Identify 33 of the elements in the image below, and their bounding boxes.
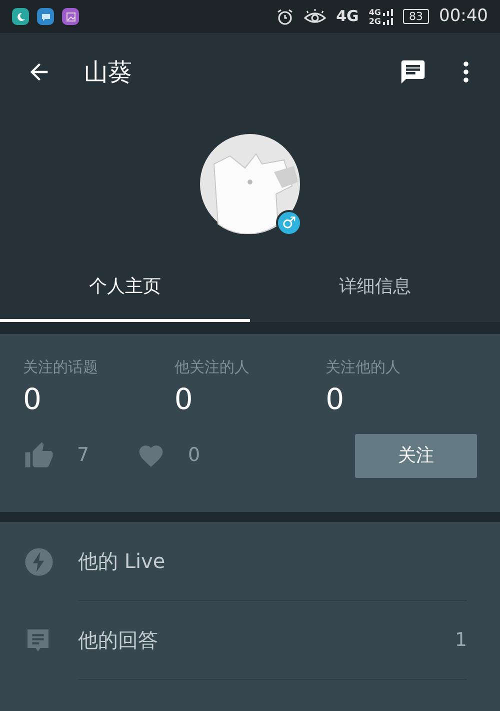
profile-tab[interactable]: 个人主页 (0, 256, 250, 322)
menu-label: 他的 Live (78, 548, 166, 575)
sim-network-type: 4G (368, 8, 381, 16)
stat-value: 0 (174, 380, 194, 418)
gender-badge: ♂ (276, 210, 302, 236)
more-vertical-icon (463, 60, 469, 84)
reaction-count: 0 (188, 443, 200, 468)
network-type: 4G (336, 6, 359, 28)
chat-icon (399, 58, 427, 86)
signal-icon (383, 8, 393, 26)
gallery-app-icon (62, 8, 79, 25)
eye-icon (304, 8, 326, 24)
clock: 00:40 (439, 4, 488, 28)
sim-network-type: 2G (368, 16, 381, 26)
message-app-icon (37, 8, 54, 25)
menu-label: 他的回答 (78, 627, 158, 654)
follow-button[interactable]: 关注 (355, 434, 477, 478)
lightning-icon (24, 546, 54, 576)
stat-value: 0 (326, 380, 346, 418)
profile-title: 山葵 (84, 57, 132, 88)
battery-indicator: 83 (403, 9, 429, 24)
stat-label: 关注他的人 (326, 357, 402, 378)
moon-app-icon (12, 8, 29, 25)
reaction-count: 7 (77, 443, 90, 468)
stat-label: 他关注的人 (174, 357, 250, 378)
alarm-icon (276, 8, 294, 26)
thumbs-up-icon (23, 440, 55, 470)
stat-label: 关注的话题 (23, 357, 99, 378)
profile-tab[interactable]: 详细信息 (250, 256, 500, 322)
menu-item[interactable]: 他的 Live (0, 522, 500, 601)
menu-item[interactable]: 他的回答 1 (0, 601, 500, 680)
menu-count: 1 (454, 628, 467, 653)
stat-value: 0 (23, 380, 42, 418)
